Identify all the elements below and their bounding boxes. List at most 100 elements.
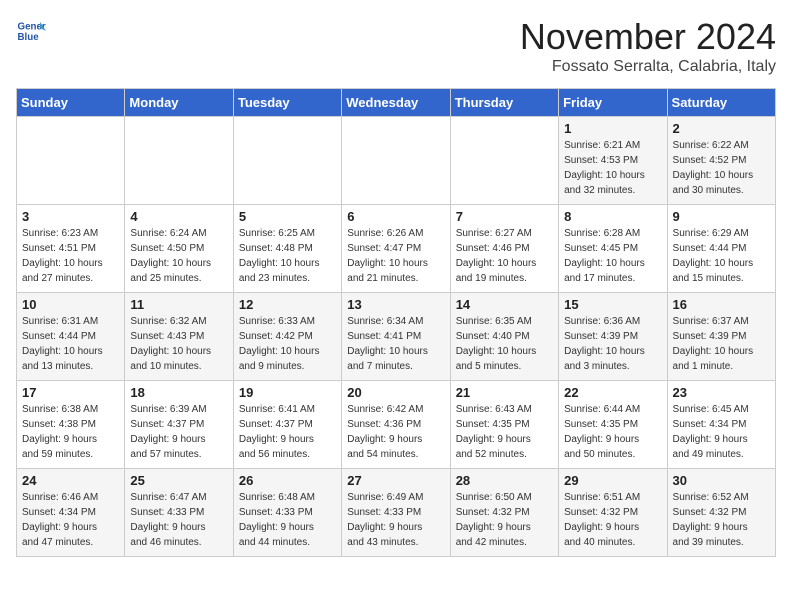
day-info: Sunrise: 6:36 AM Sunset: 4:39 PM Dayligh… bbox=[564, 314, 661, 374]
calendar-cell: 22 Sunrise: 6:44 AM Sunset: 4:35 PM Dayli… bbox=[559, 381, 667, 469]
calendar-week-row: 24 Sunrise: 6:46 AM Sunset: 4:34 PM Dayli… bbox=[17, 469, 776, 557]
calendar-week-row: 3 Sunrise: 6:23 AM Sunset: 4:51 PM Daylig… bbox=[17, 205, 776, 293]
day-info: Sunrise: 6:32 AM Sunset: 4:43 PM Dayligh… bbox=[130, 314, 227, 374]
day-number: 18 bbox=[130, 385, 227, 400]
calendar-cell bbox=[233, 117, 341, 205]
day-number: 24 bbox=[22, 473, 119, 488]
day-info: Sunrise: 6:27 AM Sunset: 4:46 PM Dayligh… bbox=[456, 226, 553, 286]
location-subtitle: Fossato Serralta, Calabria, Italy bbox=[520, 58, 776, 76]
calendar-cell: 15 Sunrise: 6:36 AM Sunset: 4:39 PM Dayli… bbox=[559, 293, 667, 381]
day-info: Sunrise: 6:44 AM Sunset: 4:35 PM Dayligh… bbox=[564, 402, 661, 462]
calendar-week-row: 10 Sunrise: 6:31 AM Sunset: 4:44 PM Dayli… bbox=[17, 293, 776, 381]
calendar-week-row: 1 Sunrise: 6:21 AM Sunset: 4:53 PM Daylig… bbox=[17, 117, 776, 205]
day-info: Sunrise: 6:47 AM Sunset: 4:33 PM Dayligh… bbox=[130, 490, 227, 550]
day-info: Sunrise: 6:49 AM Sunset: 4:33 PM Dayligh… bbox=[347, 490, 444, 550]
calendar-cell: 3 Sunrise: 6:23 AM Sunset: 4:51 PM Daylig… bbox=[17, 205, 125, 293]
day-number: 10 bbox=[22, 297, 119, 312]
calendar-cell: 26Sunrise: 6:48 AM Sunset: 4:33 PM Dayli… bbox=[233, 469, 341, 557]
day-number: 26 bbox=[239, 473, 336, 488]
calendar-cell bbox=[125, 117, 233, 205]
calendar-cell bbox=[450, 117, 558, 205]
day-number: 11 bbox=[130, 297, 227, 312]
page-header: General Blue November 2024 Fossato Serra… bbox=[16, 16, 776, 76]
day-number: 2 bbox=[673, 121, 770, 136]
calendar-cell: 7 Sunrise: 6:27 AM Sunset: 4:46 PM Daylig… bbox=[450, 205, 558, 293]
logo-icon: General Blue bbox=[16, 16, 46, 46]
calendar-cell: 24 Sunrise: 6:46 AM Sunset: 4:34 PM Dayli… bbox=[17, 469, 125, 557]
day-info: Sunrise: 6:24 AM Sunset: 4:50 PM Dayligh… bbox=[130, 226, 227, 286]
calendar-cell: 17 Sunrise: 6:38 AM Sunset: 4:38 PM Dayli… bbox=[17, 381, 125, 469]
calendar-cell: 8 Sunrise: 6:28 AM Sunset: 4:45 PM Daylig… bbox=[559, 205, 667, 293]
calendar-cell: 18Sunrise: 6:39 AM Sunset: 4:37 PM Dayli… bbox=[125, 381, 233, 469]
weekday-header: Saturday bbox=[667, 89, 775, 117]
day-number: 7 bbox=[456, 209, 553, 224]
day-info: Sunrise: 6:52 AM Sunset: 4:32 PM Dayligh… bbox=[673, 490, 770, 550]
day-info: Sunrise: 6:37 AM Sunset: 4:39 PM Dayligh… bbox=[673, 314, 770, 374]
logo: General Blue bbox=[16, 16, 46, 46]
day-info: Sunrise: 6:38 AM Sunset: 4:38 PM Dayligh… bbox=[22, 402, 119, 462]
calendar-cell: 2 Sunrise: 6:22 AM Sunset: 4:52 PM Daylig… bbox=[667, 117, 775, 205]
day-info: Sunrise: 6:42 AM Sunset: 4:36 PM Dayligh… bbox=[347, 402, 444, 462]
calendar-cell bbox=[342, 117, 450, 205]
calendar-cell: 21 Sunrise: 6:43 AM Sunset: 4:35 PM Dayli… bbox=[450, 381, 558, 469]
day-number: 22 bbox=[564, 385, 661, 400]
day-number: 6 bbox=[347, 209, 444, 224]
calendar-cell: 11 Sunrise: 6:32 AM Sunset: 4:43 PM Dayli… bbox=[125, 293, 233, 381]
calendar-cell: 12 Sunrise: 6:33 AM Sunset: 4:42 PM Dayli… bbox=[233, 293, 341, 381]
calendar-cell: 20Sunrise: 6:42 AM Sunset: 4:36 PM Dayli… bbox=[342, 381, 450, 469]
day-info: Sunrise: 6:31 AM Sunset: 4:44 PM Dayligh… bbox=[22, 314, 119, 374]
day-number: 14 bbox=[456, 297, 553, 312]
day-number: 16 bbox=[673, 297, 770, 312]
day-number: 8 bbox=[564, 209, 661, 224]
day-number: 30 bbox=[673, 473, 770, 488]
weekday-header: Sunday bbox=[17, 89, 125, 117]
calendar-cell: 6 Sunrise: 6:26 AM Sunset: 4:47 PM Daylig… bbox=[342, 205, 450, 293]
day-info: Sunrise: 6:41 AM Sunset: 4:37 PM Dayligh… bbox=[239, 402, 336, 462]
weekday-header: Monday bbox=[125, 89, 233, 117]
day-number: 17 bbox=[22, 385, 119, 400]
day-info: Sunrise: 6:26 AM Sunset: 4:47 PM Dayligh… bbox=[347, 226, 444, 286]
day-number: 9 bbox=[673, 209, 770, 224]
day-info: Sunrise: 6:28 AM Sunset: 4:45 PM Dayligh… bbox=[564, 226, 661, 286]
calendar-cell: 16 Sunrise: 6:37 AM Sunset: 4:39 PM Dayli… bbox=[667, 293, 775, 381]
calendar-cell: 30 Sunrise: 6:52 AM Sunset: 4:32 PM Dayli… bbox=[667, 469, 775, 557]
calendar-cell: 4 Sunrise: 6:24 AM Sunset: 4:50 PM Daylig… bbox=[125, 205, 233, 293]
weekday-header: Wednesday bbox=[342, 89, 450, 117]
day-number: 13 bbox=[347, 297, 444, 312]
day-number: 28 bbox=[456, 473, 553, 488]
day-number: 25 bbox=[130, 473, 227, 488]
day-number: 3 bbox=[22, 209, 119, 224]
day-info: Sunrise: 6:51 AM Sunset: 4:32 PM Dayligh… bbox=[564, 490, 661, 550]
day-number: 1 bbox=[564, 121, 661, 136]
weekday-header: Tuesday bbox=[233, 89, 341, 117]
day-info: Sunrise: 6:35 AM Sunset: 4:40 PM Dayligh… bbox=[456, 314, 553, 374]
day-info: Sunrise: 6:34 AM Sunset: 4:41 PM Dayligh… bbox=[347, 314, 444, 374]
calendar-cell: 19 Sunrise: 6:41 AM Sunset: 4:37 PM Dayli… bbox=[233, 381, 341, 469]
calendar-week-row: 17 Sunrise: 6:38 AM Sunset: 4:38 PM Dayli… bbox=[17, 381, 776, 469]
day-info: Sunrise: 6:46 AM Sunset: 4:34 PM Dayligh… bbox=[22, 490, 119, 550]
svg-text:Blue: Blue bbox=[18, 32, 40, 43]
calendar-cell: 28Sunrise: 6:50 AM Sunset: 4:32 PM Dayli… bbox=[450, 469, 558, 557]
calendar-cell bbox=[17, 117, 125, 205]
day-number: 15 bbox=[564, 297, 661, 312]
weekday-header: Friday bbox=[559, 89, 667, 117]
calendar-cell: 29 Sunrise: 6:51 AM Sunset: 4:32 PM Dayli… bbox=[559, 469, 667, 557]
day-info: Sunrise: 6:29 AM Sunset: 4:44 PM Dayligh… bbox=[673, 226, 770, 286]
day-number: 21 bbox=[456, 385, 553, 400]
day-info: Sunrise: 6:43 AM Sunset: 4:35 PM Dayligh… bbox=[456, 402, 553, 462]
day-info: Sunrise: 6:23 AM Sunset: 4:51 PM Dayligh… bbox=[22, 226, 119, 286]
day-number: 4 bbox=[130, 209, 227, 224]
calendar-cell: 9 Sunrise: 6:29 AM Sunset: 4:44 PM Daylig… bbox=[667, 205, 775, 293]
day-number: 12 bbox=[239, 297, 336, 312]
month-title: November 2024 bbox=[520, 16, 776, 58]
day-number: 19 bbox=[239, 385, 336, 400]
day-info: Sunrise: 6:22 AM Sunset: 4:52 PM Dayligh… bbox=[673, 138, 770, 198]
weekday-header: Thursday bbox=[450, 89, 558, 117]
day-info: Sunrise: 6:25 AM Sunset: 4:48 PM Dayligh… bbox=[239, 226, 336, 286]
day-info: Sunrise: 6:45 AM Sunset: 4:34 PM Dayligh… bbox=[673, 402, 770, 462]
calendar-table: SundayMondayTuesdayWednesdayThursdayFrid… bbox=[16, 88, 776, 557]
day-info: Sunrise: 6:33 AM Sunset: 4:42 PM Dayligh… bbox=[239, 314, 336, 374]
day-info: Sunrise: 6:21 AM Sunset: 4:53 PM Dayligh… bbox=[564, 138, 661, 198]
day-number: 29 bbox=[564, 473, 661, 488]
calendar-cell: 1 Sunrise: 6:21 AM Sunset: 4:53 PM Daylig… bbox=[559, 117, 667, 205]
